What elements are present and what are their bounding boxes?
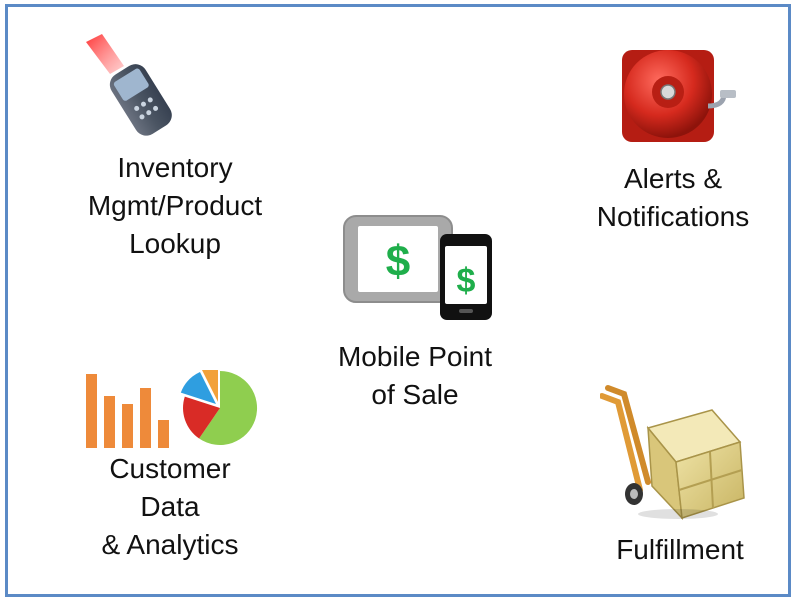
- barcode-scanner-icon: [80, 30, 190, 140]
- inventory-label: Inventory Mgmt/Product Lookup: [87, 152, 263, 259]
- analytics-label: Customer Data & Analytics: [101, 453, 239, 560]
- svg-text:$: $: [386, 237, 410, 286]
- bar-pie-chart-icon: [84, 365, 264, 450]
- alarm-bell-icon: [620, 46, 740, 146]
- hand-truck-crate-icon: [599, 382, 750, 522]
- tablet-phone-dollar-icon: $ $: [340, 212, 500, 324]
- fulfillment-label: Fulfillment: [616, 534, 744, 565]
- alerts-label: Alerts & Notifications: [596, 163, 750, 232]
- svg-text:$: $: [457, 262, 476, 300]
- mpos-label: Mobile Point of Sale: [337, 341, 493, 410]
